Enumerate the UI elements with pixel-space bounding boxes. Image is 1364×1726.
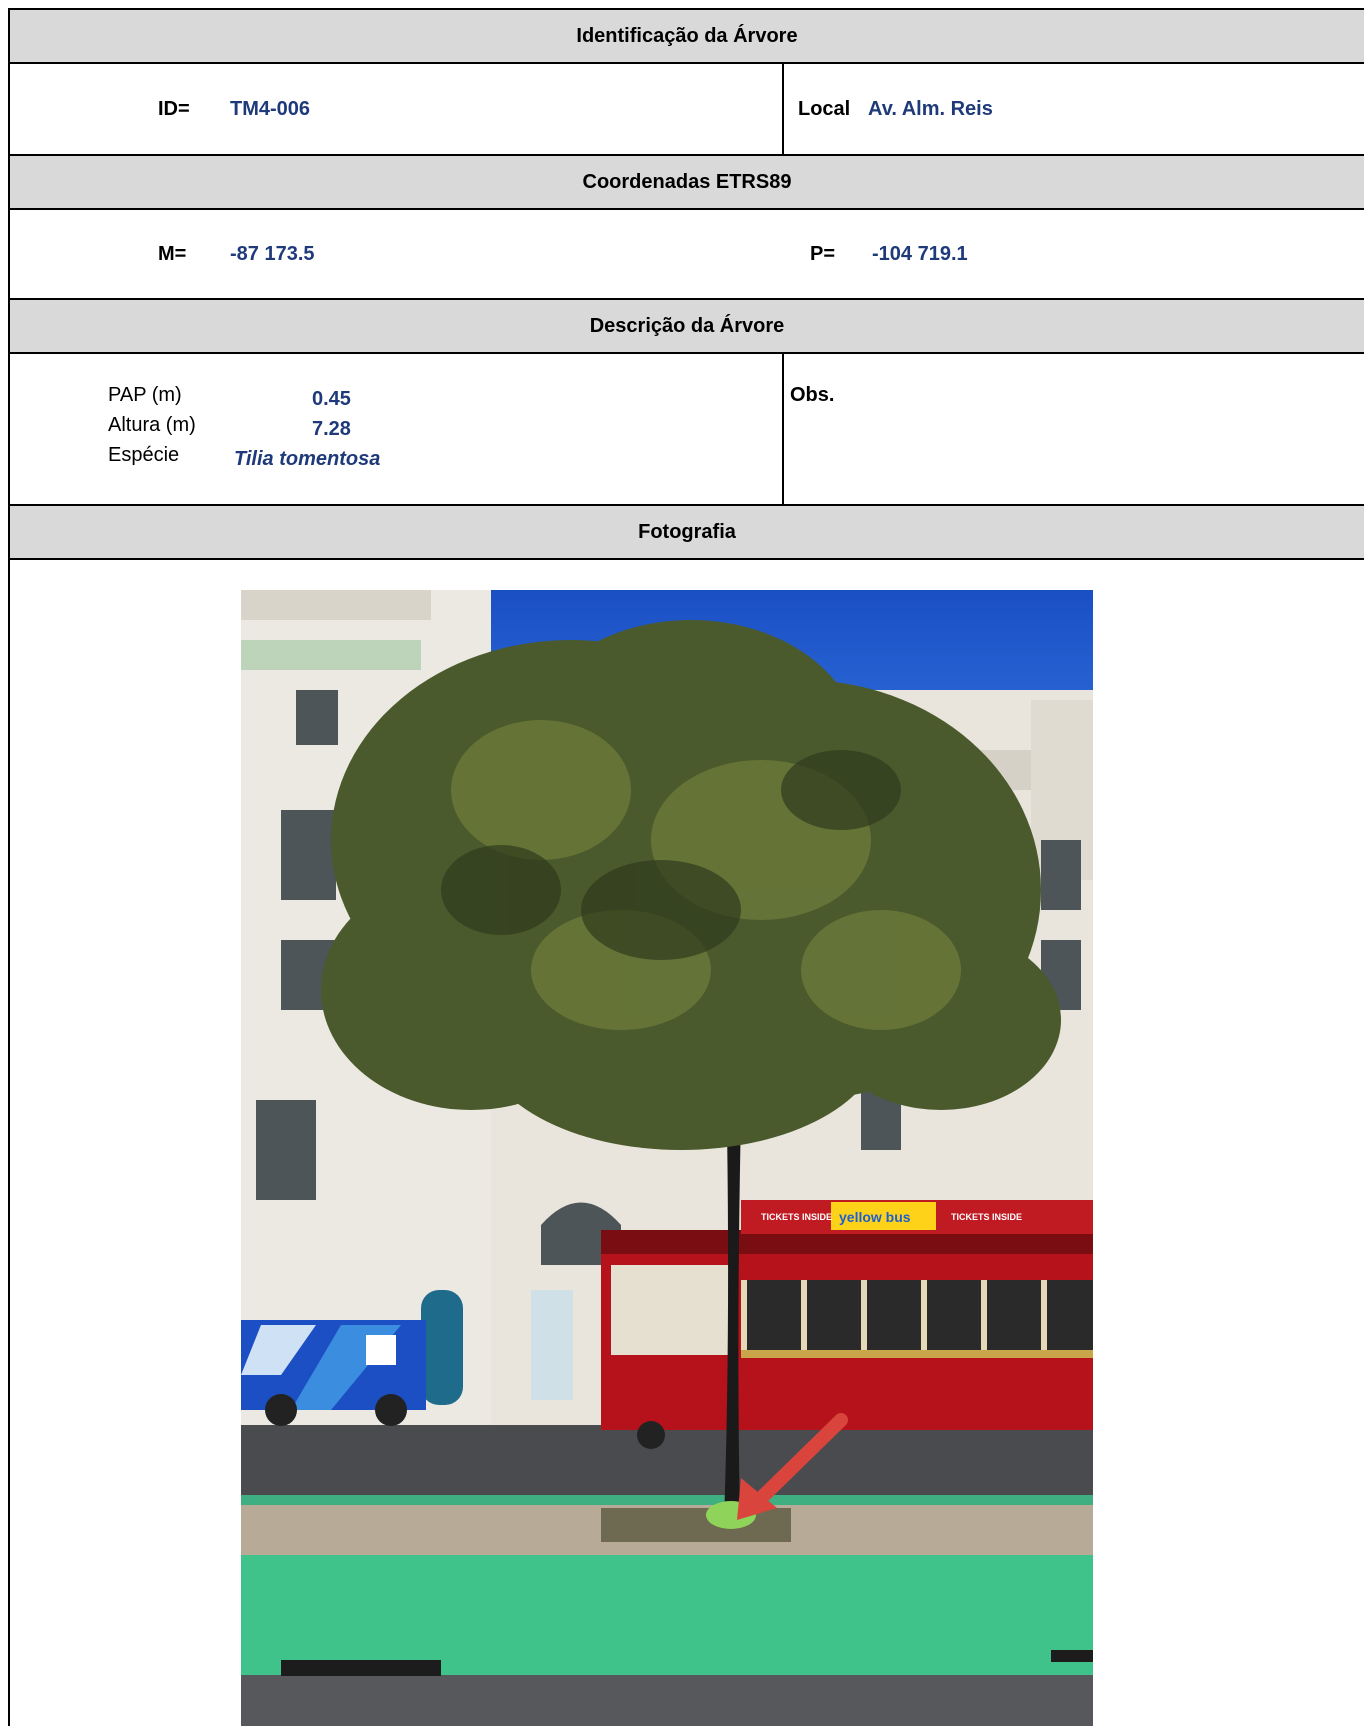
p-value: -104 719.1 (872, 243, 968, 265)
especie-label: Espécie (108, 444, 180, 466)
obs-label: Obs. (790, 384, 835, 406)
identification-row: ID= TM4-006 Local Av. Alm. Reis (10, 64, 1364, 156)
local-value: Av. Alm. Reis (868, 98, 993, 120)
especie-value: Tilia tomentosa (234, 448, 381, 470)
tree-photograph: yellow bus TICKETS INSIDE TICKETS INSIDE (241, 590, 1093, 1726)
local-label: Local (798, 98, 851, 120)
section-header-photo: Fotografia (10, 506, 1364, 560)
tickets-sign-left: TICKETS INSIDE (761, 1212, 832, 1222)
id-label: ID= (158, 98, 190, 120)
tickets-sign-right: TICKETS INSIDE (951, 1212, 1022, 1222)
pap-value: 0.45 (312, 388, 351, 410)
m-value: -87 173.5 (230, 243, 315, 265)
section-header-coordinates: Coordenadas ETRS89 (10, 156, 1364, 210)
m-label: M= (158, 243, 187, 265)
coordinates-row: M= -87 173.5 P= -104 719.1 (10, 210, 1364, 300)
pap-label: PAP (m) (108, 384, 182, 406)
altura-value: 7.28 (312, 418, 351, 440)
column-divider (782, 354, 784, 504)
column-divider (782, 64, 784, 154)
section-header-identification: Identificação da Árvore (10, 10, 1364, 64)
id-value: TM4-006 (230, 98, 311, 120)
p-label: P= (810, 243, 836, 265)
bus-sign-text: yellow bus (839, 1209, 911, 1225)
description-row: PAP (m) 0.45 Altura (m) 7.28 Espécie Til… (10, 354, 1364, 506)
section-header-description: Descrição da Árvore (10, 300, 1364, 354)
altura-label: Altura (m) (108, 414, 196, 436)
